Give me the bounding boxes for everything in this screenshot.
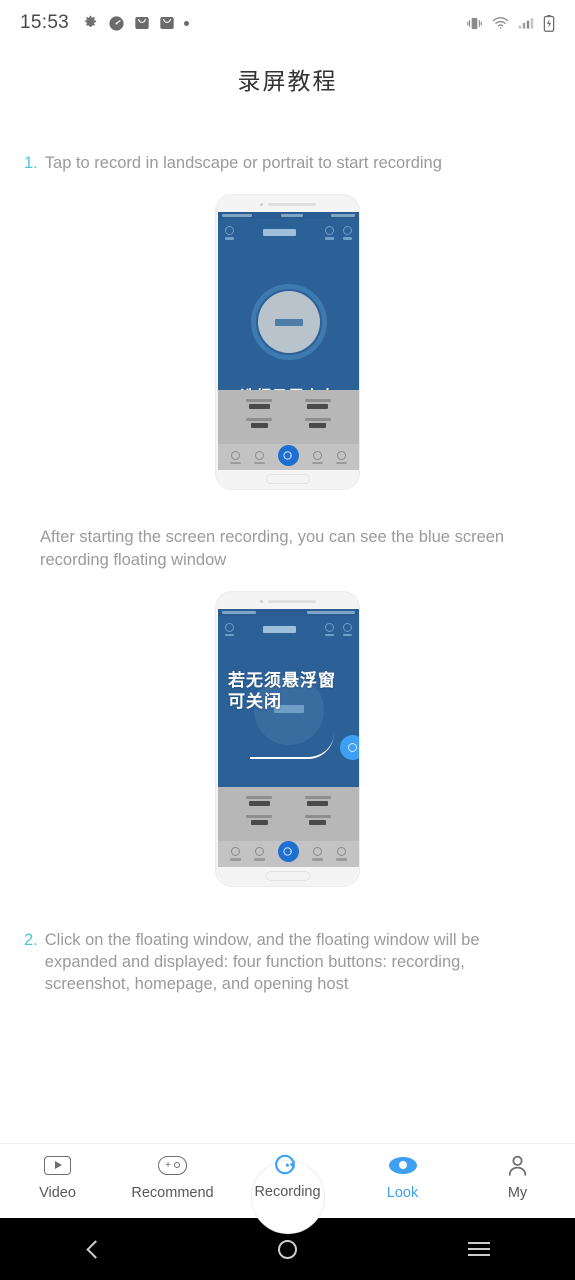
status-bar: 15:53 — [0, 0, 575, 46]
mail-icon — [135, 17, 149, 29]
phone-2-screen: 若无须悬浮窗 可关闭 — [218, 608, 359, 867]
intro-paragraph: After starting the screen recording, you… — [40, 528, 505, 569]
signal-icon — [518, 18, 534, 29]
phone-mockup-1-wrap: 选择录屏方向 — [0, 194, 575, 491]
tab-look-label: Look — [386, 1185, 419, 1201]
phone-speaker — [259, 203, 316, 207]
step-1: 1. Tap to record in landscape or portrai… — [0, 152, 575, 174]
recents-icon — [468, 1242, 491, 1256]
phone-2-callout-text: 若无须悬浮窗 可关闭 — [228, 671, 336, 712]
person-icon — [505, 1152, 530, 1178]
step-1-number: 1. — [24, 154, 38, 172]
phone-home-button — [265, 870, 310, 881]
phone-1-record-button-zone — [218, 284, 359, 361]
tab-recommend[interactable]: + Recommend — [115, 1152, 230, 1201]
phone-2-bottom-nav — [218, 840, 359, 867]
video-camera-icon — [273, 1151, 302, 1177]
front-camera-icon — [259, 203, 263, 207]
phone-1-header-left-icon — [225, 226, 234, 240]
phone-1-bottom-nav — [218, 444, 359, 471]
app-screen: 15:53 录屏教程 1. Tap to record in landscape… — [0, 0, 575, 1280]
phone-1-header-title — [263, 229, 296, 237]
phone-1-record-button — [257, 291, 320, 354]
vibrate-icon — [467, 17, 482, 29]
phone-1-settings-panel — [218, 390, 359, 471]
phone-2-nav-record-icon — [277, 841, 299, 863]
mail-icon — [160, 17, 174, 29]
phone-speaker — [259, 599, 316, 603]
phone-2-floating-window-button — [340, 734, 359, 760]
earpiece-icon — [267, 203, 316, 207]
tab-my-label: My — [507, 1185, 528, 1201]
phone-1-record-ring — [250, 284, 327, 361]
phone-1-nav-record-icon — [277, 444, 299, 466]
nav-home-button[interactable] — [192, 1239, 384, 1259]
video-play-icon — [44, 1152, 71, 1178]
step-1-text: Tap to record in landscape or portrait t… — [44, 154, 442, 172]
tab-recording-label: Recording — [254, 1184, 321, 1200]
tab-my[interactable]: My — [460, 1152, 575, 1201]
page-title: 录屏教程 — [237, 68, 338, 94]
tab-video[interactable]: Video — [0, 1152, 115, 1201]
phone-2-arrow — [250, 733, 334, 759]
speedometer-icon — [109, 15, 124, 31]
phone-2-app-statusbar — [218, 608, 359, 616]
phone-2-callout-line-2: 可关闭 — [228, 691, 282, 711]
step-2: 2. Click on the floating window, and the… — [0, 929, 575, 996]
phone-1-screen: 选择录屏方向 — [218, 212, 359, 471]
tutorial-content[interactable]: 1. Tap to record in landscape or portrai… — [0, 110, 575, 1143]
phone-2-callout-line-1: 若无须悬浮窗 — [228, 670, 336, 690]
phone-home-button — [265, 474, 310, 485]
recommend-icon: + — [158, 1152, 187, 1178]
nav-recents-button[interactable] — [383, 1242, 575, 1256]
earpiece-icon — [267, 599, 316, 603]
tab-video-label: Video — [39, 1185, 76, 1201]
phone-2-settings-panel — [218, 786, 359, 867]
dot-icon — [184, 20, 190, 26]
phone-1-header-right-icons — [325, 226, 352, 240]
phone-1-app-statusbar — [218, 212, 359, 220]
tab-recording[interactable]: Recording — [230, 1143, 345, 1218]
status-left-icons — [82, 15, 190, 32]
status-time: 15:53 — [20, 12, 70, 33]
gear-icon — [84, 15, 97, 27]
phone-mockup-2-wrap: 若无须悬浮窗 可关闭 — [0, 590, 575, 887]
eye-icon — [388, 1152, 417, 1178]
wifi-icon — [492, 17, 509, 29]
phone-2-app-header — [218, 616, 359, 640]
home-icon — [278, 1239, 297, 1259]
phone-2-header-title — [263, 625, 296, 633]
back-icon — [86, 1239, 106, 1259]
battery-charging-icon — [543, 14, 555, 32]
tab-recommend-label: Recommend — [131, 1185, 214, 1201]
status-right-icons — [466, 14, 555, 32]
phone-1-app-header — [218, 219, 359, 243]
phone-mockup-1: 选择录屏方向 — [215, 194, 360, 491]
phone-mockup-2: 若无须悬浮窗 可关闭 — [215, 590, 360, 887]
nav-back-button[interactable] — [0, 1239, 192, 1259]
tab-look[interactable]: Look — [345, 1152, 460, 1201]
step-2-number: 2. — [24, 930, 38, 949]
step-2-text: Click on the floating window, and the fl… — [44, 930, 480, 994]
front-camera-icon — [259, 599, 263, 603]
